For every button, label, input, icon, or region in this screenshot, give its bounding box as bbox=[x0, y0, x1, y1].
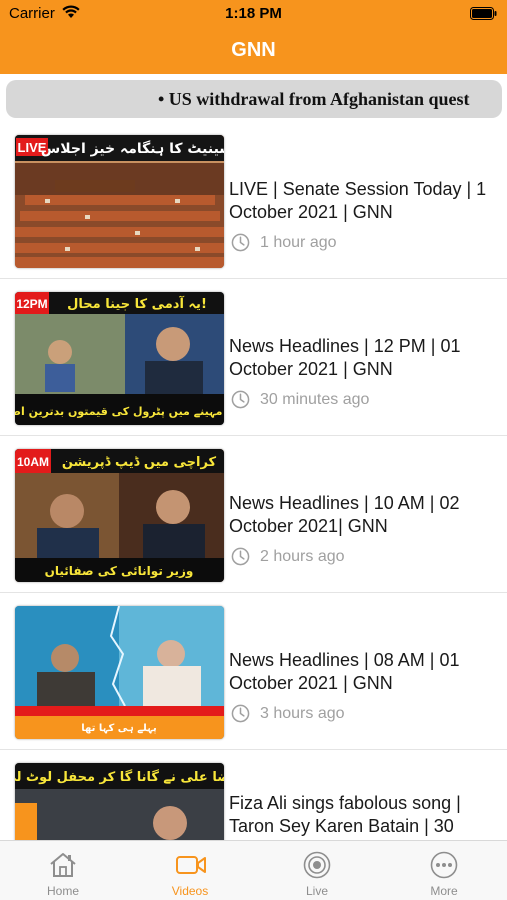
clock-time: 1:18 PM bbox=[225, 5, 282, 22]
tab-videos[interactable]: Videos bbox=[127, 841, 253, 900]
time-ago: 30 minutes ago bbox=[260, 391, 370, 408]
news-ticker[interactable]: • US withdrawal from Afghanistan quest bbox=[6, 80, 502, 118]
video-row[interactable]: 10AM کراچی میں ڈیپ ڈپریشن وزیر توانائی ک… bbox=[0, 437, 507, 593]
video-row[interactable]: LIVE سینیٹ کا ہنگامہ خیز اجلاس LIVE | Se… bbox=[0, 123, 507, 279]
thumbnail-caption: سینیٹ کا ہنگامہ خیز اجلاس bbox=[41, 140, 224, 157]
time-ago: 1 hour ago bbox=[260, 234, 337, 251]
video-row[interactable]: پہلے ہی کہا تھا News Headlines | 08 AM |… bbox=[0, 594, 507, 750]
thumbnail-subcaption: پہلے ہی کہا تھا bbox=[81, 723, 157, 734]
video-title[interactable]: News Headlines | 12 PM | 01 October 2021… bbox=[229, 335, 494, 381]
navigation-bar: GNN bbox=[0, 28, 507, 74]
battery-icon bbox=[470, 7, 497, 20]
video-thumbnail[interactable]: 10AM کراچی میں ڈیپ ڈپریشن وزیر توانائی ک… bbox=[15, 449, 224, 582]
clock-icon bbox=[231, 547, 250, 566]
status-bar: Carrier 1:18 PM bbox=[0, 0, 507, 28]
time-ago: 2 hours ago bbox=[260, 548, 345, 565]
video-row[interactable]: فضا علی نے گانا گا کر محفل لوٹ لی Fiza A… bbox=[0, 751, 507, 840]
video-title[interactable]: LIVE | Senate Session Today | 1 October … bbox=[229, 178, 494, 224]
tab-label: Home bbox=[46, 884, 79, 898]
page-title: GNN bbox=[231, 39, 276, 61]
tab-label: Live bbox=[305, 884, 328, 898]
video-thumbnail[interactable]: فضا علی نے گانا گا کر محفل لوٹ لی bbox=[15, 763, 224, 840]
thumbnail-caption: کراچی میں ڈیپ ڈپریشن bbox=[62, 455, 217, 470]
video-row[interactable]: 12PM یہ آدمی کا جینا محال! ایک مہینے میں… bbox=[0, 280, 507, 436]
video-thumbnail[interactable]: پہلے ہی کہا تھا bbox=[15, 606, 224, 739]
time-ago: 3 hours ago bbox=[260, 705, 345, 722]
video-title[interactable]: Fiza Ali sings fabolous song | Taron Sey… bbox=[229, 792, 494, 838]
video-camera-icon bbox=[176, 856, 206, 874]
tab-label: Videos bbox=[171, 884, 209, 898]
video-title[interactable]: News Headlines | 10 AM | 02 October 2021… bbox=[229, 492, 494, 538]
tab-bar: Home Videos Live More bbox=[0, 840, 507, 900]
thumbnail-caption: یہ آدمی کا جینا محال! bbox=[67, 295, 207, 312]
video-list[interactable]: LIVE سینیٹ کا ہنگامہ خیز اجلاس LIVE | Se… bbox=[0, 123, 507, 840]
home-icon bbox=[50, 853, 76, 877]
broadcast-icon bbox=[303, 851, 331, 879]
clock-icon bbox=[231, 233, 250, 252]
tab-live[interactable]: Live bbox=[254, 841, 380, 900]
clock-icon bbox=[231, 390, 250, 409]
ticker-text: • US withdrawal from Afghanistan quest bbox=[158, 89, 470, 109]
thumbnail-subcaption: وزیر توانائی کی صفائیاں bbox=[45, 564, 194, 579]
time-badge: 10AM bbox=[17, 455, 49, 469]
tab-label: More bbox=[430, 884, 458, 898]
thumbnail-subcaption: ایک مہینے میں پٹرول کی قیمتوں بدترین اضا… bbox=[15, 405, 224, 418]
tab-more[interactable]: More bbox=[381, 841, 507, 900]
thumbnail-caption: فضا علی نے گانا گا کر محفل لوٹ لی bbox=[15, 769, 224, 785]
more-dots-icon bbox=[430, 851, 458, 879]
video-thumbnail[interactable]: LIVE سینیٹ کا ہنگامہ خیز اجلاس bbox=[15, 135, 224, 268]
clock-icon bbox=[231, 704, 250, 723]
tab-home[interactable]: Home bbox=[0, 841, 126, 900]
video-thumbnail[interactable]: 12PM یہ آدمی کا جینا محال! ایک مہینے میں… bbox=[15, 292, 224, 425]
video-title[interactable]: News Headlines | 08 AM | 01 October 2021… bbox=[229, 649, 494, 695]
time-badge: 12PM bbox=[16, 297, 47, 311]
